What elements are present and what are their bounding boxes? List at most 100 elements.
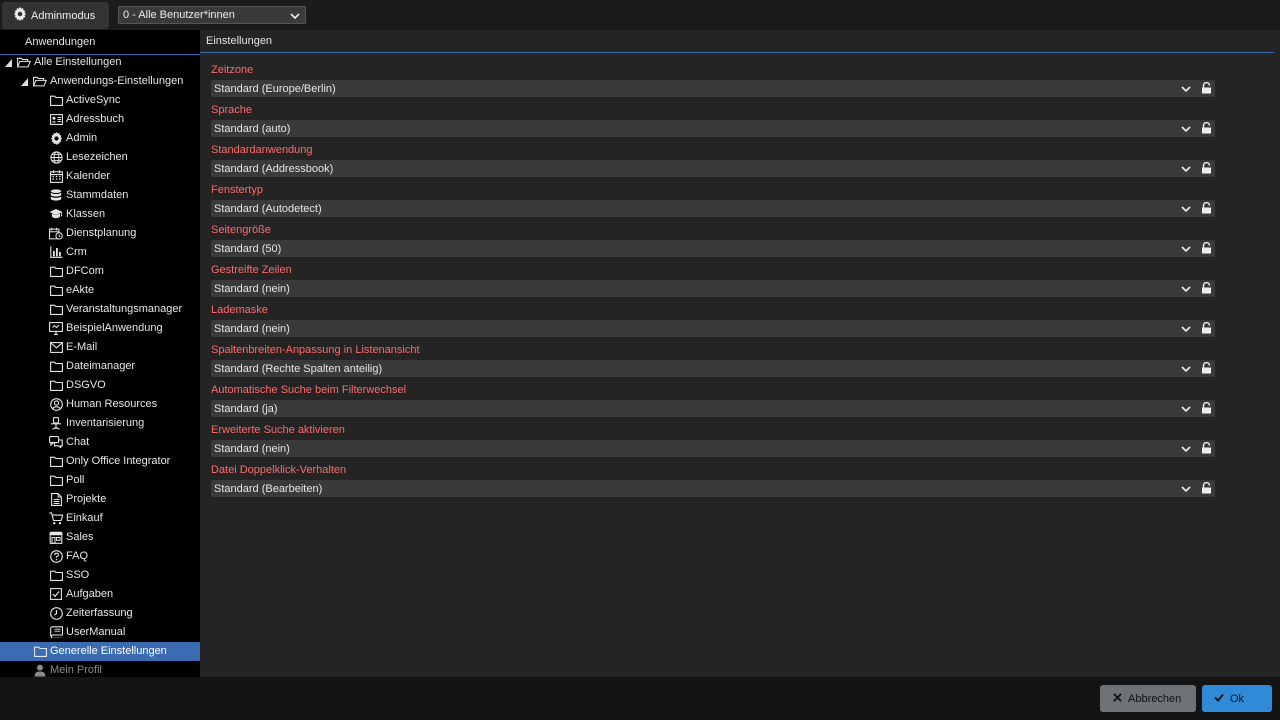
tree-item[interactable]: DFCom (0, 262, 200, 281)
tree-item[interactable]: Anwendungs-Einstellungen (0, 72, 200, 91)
tree-item[interactable]: Chat (0, 433, 200, 452)
lock-icon[interactable] (1201, 481, 1212, 497)
tree-item[interactable]: Adressbuch (0, 110, 200, 129)
tree-item[interactable]: eAkte (0, 281, 200, 300)
lock-icon[interactable] (1201, 201, 1212, 217)
tree-item[interactable]: Poll (0, 471, 200, 490)
setting-label: Erweiterte Suche aktivieren (211, 424, 345, 436)
tree-item[interactable]: Klassen (0, 205, 200, 224)
setting-select[interactable]: Standard (Rechte Spalten anteilig) (211, 360, 1215, 377)
user-select[interactable]: 0 - Alle Benutzer*innen (118, 6, 306, 24)
chevron-down-icon (1181, 404, 1191, 416)
tree-item[interactable]: Inventarisierung (0, 414, 200, 433)
adminmodus-label: Adminmodus (31, 9, 96, 22)
lock-icon[interactable] (1201, 161, 1212, 177)
tree-item-label: Veranstaltungsmanager (66, 303, 183, 315)
close-icon (1113, 692, 1128, 705)
adminmodus-button[interactable]: Adminmodus (2, 2, 109, 29)
tree-item[interactable]: Generelle Einstellungen (0, 642, 200, 661)
tree-item[interactable]: Einkauf (0, 509, 200, 528)
lock-icon[interactable] (1201, 321, 1212, 337)
folder-icon (49, 378, 63, 392)
setting-select[interactable]: Standard (ja) (211, 400, 1215, 417)
chart-bar-icon (49, 245, 63, 259)
setting-select[interactable]: Standard (Addressbook) (211, 160, 1215, 177)
tree-item[interactable]: Aufgaben (0, 585, 200, 604)
setting-select[interactable]: Standard (Autodetect) (211, 200, 1215, 217)
ok-button[interactable]: Ok (1202, 685, 1272, 712)
expand-triangle-icon[interactable] (5, 58, 12, 70)
tree-item[interactable]: ActiveSync (0, 91, 200, 110)
ok-label: Ok (1230, 692, 1245, 705)
setting-value: Standard (nein) (214, 282, 290, 295)
setting-select[interactable]: Standard (auto) (211, 120, 1215, 137)
lock-icon[interactable] (1201, 281, 1212, 297)
tree-item[interactable]: Dateimanager (0, 357, 200, 376)
tree-item[interactable]: Veranstaltungsmanager (0, 300, 200, 319)
gear-icon (13, 7, 31, 24)
tree-item-label: Anwendungs-Einstellungen (50, 75, 184, 87)
lock-icon[interactable] (1201, 81, 1212, 97)
tree-item[interactable]: DSGVO (0, 376, 200, 395)
folder-icon (49, 359, 63, 373)
cancel-label: Abbrechen (1128, 692, 1182, 705)
lock-icon[interactable] (1201, 401, 1212, 417)
tree-item[interactable]: Human Resources (0, 395, 200, 414)
envelope-icon (49, 340, 63, 354)
tree-item[interactable]: Alle Einstellungen (0, 53, 200, 72)
graduation-cap-icon (49, 207, 63, 221)
tree-item-label: Projekte (66, 493, 107, 505)
cancel-button[interactable]: Abbrechen (1100, 685, 1196, 712)
chevron-down-icon (1181, 324, 1191, 336)
tree-item[interactable]: E-Mail (0, 338, 200, 357)
store-icon (49, 530, 63, 544)
tree-item[interactable]: Only Office Integrator (0, 452, 200, 471)
lock-icon[interactable] (1201, 241, 1212, 257)
chevron-down-icon (290, 11, 300, 23)
lock-icon[interactable] (1201, 441, 1212, 457)
checkbox-icon (49, 587, 63, 601)
tree-item-label: Alle Einstellungen (34, 56, 122, 68)
tree-item[interactable]: Stammdaten (0, 186, 200, 205)
tree-item-label: DFCom (66, 265, 104, 277)
user-circle-icon (49, 397, 63, 411)
setting-value: Standard (Bearbeiten) (214, 482, 323, 495)
tree-item[interactable]: Crm (0, 243, 200, 262)
setting-label: Gestreifte Zeilen (211, 264, 292, 276)
lock-icon[interactable] (1201, 121, 1212, 137)
chat-icon (49, 435, 63, 449)
lock-icon[interactable] (1201, 361, 1212, 377)
tree-item[interactable]: Sales (0, 528, 200, 547)
tree-item[interactable]: FAQ (0, 547, 200, 566)
applications-panel: Anwendungen Alle Einstellungen Anwendungs… (0, 30, 200, 677)
expand-triangle-icon[interactable] (21, 77, 28, 89)
chevron-down-icon (1181, 84, 1191, 96)
setting-select[interactable]: Standard (50) (211, 240, 1215, 257)
tree-item-label: SSO (66, 569, 90, 581)
tree-item[interactable]: SSO (0, 566, 200, 585)
setting-select[interactable]: Standard (Bearbeiten) (211, 480, 1215, 497)
setting-select[interactable]: Standard (nein) (211, 320, 1215, 337)
setting-label: Automatische Suche beim Filterwechsel (211, 384, 407, 396)
tree-item[interactable]: UserManual (0, 623, 200, 642)
tree-item-label: Generelle Einstellungen (50, 645, 167, 657)
setting-select[interactable]: Standard (Europe/Berlin) (211, 80, 1215, 97)
setting-label: Sprache (211, 104, 252, 116)
tree-item[interactable]: Kalender (0, 167, 200, 186)
chevron-down-icon (1181, 244, 1191, 256)
setting-select[interactable]: Standard (nein) (211, 280, 1215, 297)
tree-item-label: Aufgaben (66, 588, 114, 600)
tree-item[interactable]: Projekte (0, 490, 200, 509)
tree-item[interactable]: Mein Profil (0, 661, 200, 677)
gear-icon (49, 131, 63, 145)
tree-item[interactable]: BeispielAnwendung (0, 319, 200, 338)
setting-select[interactable]: Standard (nein) (211, 440, 1215, 457)
document-icon (49, 492, 63, 506)
user-select-value: 0 - Alle Benutzer*innen (123, 9, 235, 21)
settings-header: Einstellungen (200, 30, 1274, 53)
tree-item[interactable]: Dienstplanung (0, 224, 200, 243)
tree-item[interactable]: Admin (0, 129, 200, 148)
tree-item[interactable]: Zeiterfassung (0, 604, 200, 623)
tree-item[interactable]: Lesezeichen (0, 148, 200, 167)
folder-icon (49, 283, 63, 297)
